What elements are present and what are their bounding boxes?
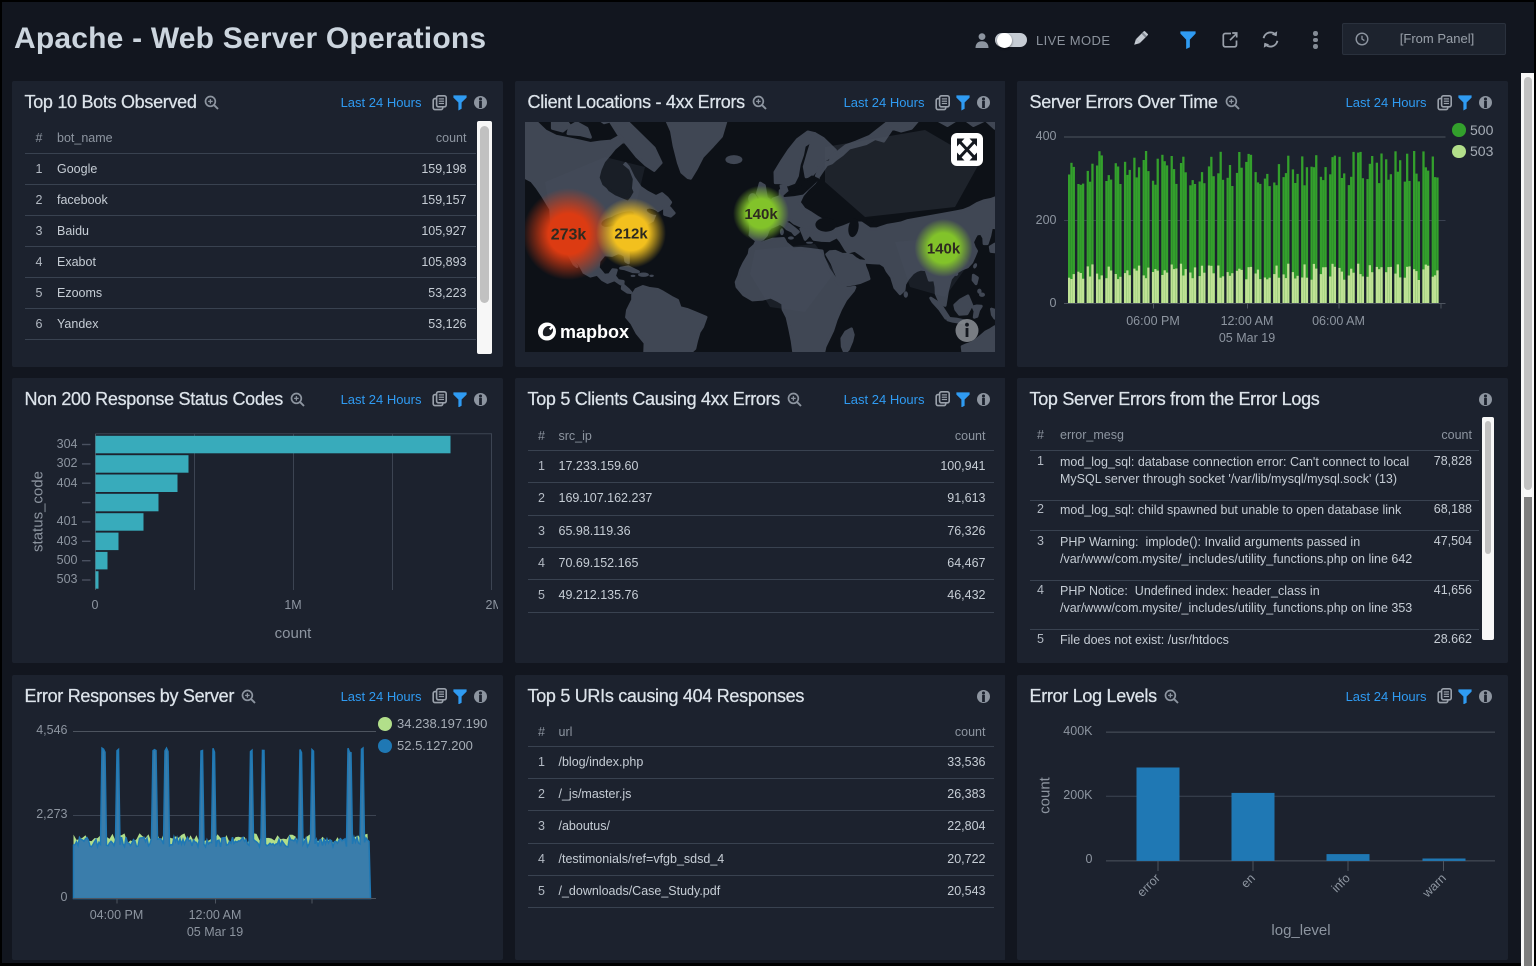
svg-text:212k: 212k: [614, 225, 648, 242]
svg-text:273k: 273k: [551, 227, 587, 244]
svg-text:mapbox: mapbox: [560, 322, 629, 342]
svg-text:140k: 140k: [927, 240, 961, 257]
svg-text:140k: 140k: [744, 206, 778, 223]
